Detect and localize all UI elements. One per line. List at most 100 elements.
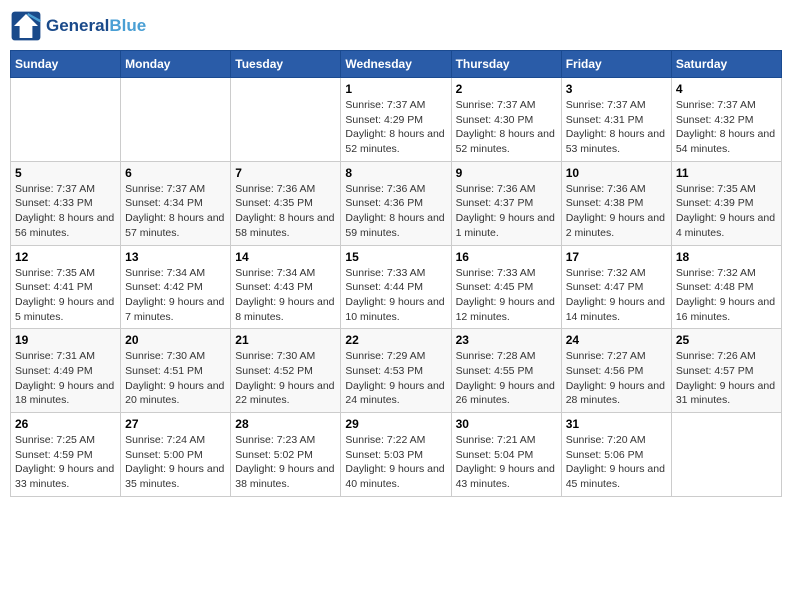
calendar-cell: 23Sunrise: 7:28 AM Sunset: 4:55 PM Dayli…	[451, 329, 561, 413]
day-number: 8	[345, 166, 446, 180]
day-info: Sunrise: 7:25 AM Sunset: 4:59 PM Dayligh…	[15, 433, 116, 492]
calendar-week-row: 26 Sunrise: 7:25 AM Sunset: 4:59 PM Dayli…	[11, 413, 782, 497]
weekday-header: Saturday	[671, 51, 781, 78]
day-info: Sunrise: 7:24 AM Sunset: 5:00 PM Dayligh…	[125, 433, 226, 492]
day-number: 16	[456, 250, 557, 264]
calendar-cell: 16 Sunrise: 7:33 AM Sunset: 4:45 PM Dayli…	[451, 245, 561, 329]
day-info: Sunrise: 7:21 AM Sunset: 5:04 PM Dayligh…	[456, 433, 557, 492]
calendar-cell: 24 Sunrise: 7:27 AM Sunset: 4:56 PM Dayli…	[561, 329, 671, 413]
calendar-cell: 3 Sunrise: 7:37 AM Sunset: 4:31 PM Daylig…	[561, 78, 671, 162]
day-number: 12	[15, 250, 116, 264]
day-info: Sunrise: 7:36 AM Sunset: 4:38 PM Dayligh…	[566, 182, 667, 241]
weekday-header: Sunday	[11, 51, 121, 78]
page-header: GeneralBlue	[10, 10, 782, 42]
calendar-cell	[231, 78, 341, 162]
day-info: Sunrise: 7:33 AM Sunset: 4:44 PM Dayligh…	[345, 266, 446, 325]
day-number: 21	[235, 333, 336, 347]
day-info: Sunrise: 7:20 AM Sunset: 5:06 PM Dayligh…	[566, 433, 667, 492]
day-number: 30	[456, 417, 557, 431]
day-info: Sunrise: 7:33 AM Sunset: 4:45 PM Dayligh…	[456, 266, 557, 325]
calendar-cell: 14Sunrise: 7:34 AM Sunset: 4:43 PM Dayli…	[231, 245, 341, 329]
day-number: 17	[566, 250, 667, 264]
day-info: Sunrise: 7:37 AM Sunset: 4:32 PM Dayligh…	[676, 98, 777, 157]
calendar-cell: 18 Sunrise: 7:32 AM Sunset: 4:48 PM Dayli…	[671, 245, 781, 329]
day-number: 29	[345, 417, 446, 431]
day-number: 24	[566, 333, 667, 347]
calendar-week-row: 1Sunrise: 7:37 AM Sunset: 4:29 PM Daylig…	[11, 78, 782, 162]
day-number: 7	[235, 166, 336, 180]
day-info: Sunrise: 7:28 AM Sunset: 4:55 PM Dayligh…	[456, 349, 557, 408]
day-number: 2	[456, 82, 557, 96]
logo-icon	[10, 10, 42, 42]
calendar-cell: 4 Sunrise: 7:37 AM Sunset: 4:32 PM Daylig…	[671, 78, 781, 162]
day-info: Sunrise: 7:27 AM Sunset: 4:56 PM Dayligh…	[566, 349, 667, 408]
calendar-cell: 2Sunrise: 7:37 AM Sunset: 4:30 PM Daylig…	[451, 78, 561, 162]
day-info: Sunrise: 7:36 AM Sunset: 4:37 PM Dayligh…	[456, 182, 557, 241]
calendar-cell: 6 Sunrise: 7:37 AM Sunset: 4:34 PM Daylig…	[121, 161, 231, 245]
day-info: Sunrise: 7:35 AM Sunset: 4:39 PM Dayligh…	[676, 182, 777, 241]
calendar-cell: 9 Sunrise: 7:36 AM Sunset: 4:37 PM Daylig…	[451, 161, 561, 245]
day-number: 1	[345, 82, 446, 96]
calendar-cell	[11, 78, 121, 162]
day-number: 27	[125, 417, 226, 431]
day-number: 19	[15, 333, 116, 347]
day-info: Sunrise: 7:35 AM Sunset: 4:41 PM Dayligh…	[15, 266, 116, 325]
day-info: Sunrise: 7:36 AM Sunset: 4:35 PM Dayligh…	[235, 182, 336, 241]
day-number: 26	[15, 417, 116, 431]
day-number: 3	[566, 82, 667, 96]
weekday-header: Thursday	[451, 51, 561, 78]
day-number: 11	[676, 166, 777, 180]
day-info: Sunrise: 7:22 AM Sunset: 5:03 PM Dayligh…	[345, 433, 446, 492]
day-info: Sunrise: 7:23 AM Sunset: 5:02 PM Dayligh…	[235, 433, 336, 492]
day-number: 14	[235, 250, 336, 264]
day-info: Sunrise: 7:26 AM Sunset: 4:57 PM Dayligh…	[676, 349, 777, 408]
day-number: 9	[456, 166, 557, 180]
day-info: Sunrise: 7:29 AM Sunset: 4:53 PM Dayligh…	[345, 349, 446, 408]
calendar-cell: 5Sunrise: 7:37 AM Sunset: 4:33 PM Daylig…	[11, 161, 121, 245]
weekday-header-row: SundayMondayTuesdayWednesdayThursdayFrid…	[11, 51, 782, 78]
day-number: 18	[676, 250, 777, 264]
day-number: 13	[125, 250, 226, 264]
logo: GeneralBlue	[10, 10, 146, 42]
calendar-cell: 8Sunrise: 7:36 AM Sunset: 4:36 PM Daylig…	[341, 161, 451, 245]
day-number: 25	[676, 333, 777, 347]
weekday-header: Wednesday	[341, 51, 451, 78]
day-number: 15	[345, 250, 446, 264]
calendar-cell: 21 Sunrise: 7:30 AM Sunset: 4:52 PM Dayli…	[231, 329, 341, 413]
calendar-cell	[671, 413, 781, 497]
calendar-cell: 15 Sunrise: 7:33 AM Sunset: 4:44 PM Dayli…	[341, 245, 451, 329]
day-info: Sunrise: 7:30 AM Sunset: 4:51 PM Dayligh…	[125, 349, 226, 408]
calendar-cell: 1Sunrise: 7:37 AM Sunset: 4:29 PM Daylig…	[341, 78, 451, 162]
calendar-cell: 12 Sunrise: 7:35 AM Sunset: 4:41 PM Dayli…	[11, 245, 121, 329]
calendar-cell: 13Sunrise: 7:34 AM Sunset: 4:42 PM Dayli…	[121, 245, 231, 329]
calendar-week-row: 19Sunrise: 7:31 AM Sunset: 4:49 PM Dayli…	[11, 329, 782, 413]
calendar-cell: 31 Sunrise: 7:20 AM Sunset: 5:06 PM Dayli…	[561, 413, 671, 497]
day-info: Sunrise: 7:32 AM Sunset: 4:48 PM Dayligh…	[676, 266, 777, 325]
day-number: 22	[345, 333, 446, 347]
calendar-cell: 30 Sunrise: 7:21 AM Sunset: 5:04 PM Dayli…	[451, 413, 561, 497]
day-number: 6	[125, 166, 226, 180]
day-info: Sunrise: 7:37 AM Sunset: 4:33 PM Dayligh…	[15, 182, 116, 241]
calendar-cell: 7 Sunrise: 7:36 AM Sunset: 4:35 PM Daylig…	[231, 161, 341, 245]
calendar-cell: 26 Sunrise: 7:25 AM Sunset: 4:59 PM Dayli…	[11, 413, 121, 497]
day-info: Sunrise: 7:30 AM Sunset: 4:52 PM Dayligh…	[235, 349, 336, 408]
day-number: 4	[676, 82, 777, 96]
calendar-cell: 28 Sunrise: 7:23 AM Sunset: 5:02 PM Dayli…	[231, 413, 341, 497]
calendar-table: SundayMondayTuesdayWednesdayThursdayFrid…	[10, 50, 782, 497]
calendar-cell: 25 Sunrise: 7:26 AM Sunset: 4:57 PM Dayli…	[671, 329, 781, 413]
day-info: Sunrise: 7:37 AM Sunset: 4:34 PM Dayligh…	[125, 182, 226, 241]
calendar-cell: 27 Sunrise: 7:24 AM Sunset: 5:00 PM Dayli…	[121, 413, 231, 497]
calendar-cell	[121, 78, 231, 162]
weekday-header: Friday	[561, 51, 671, 78]
day-number: 28	[235, 417, 336, 431]
calendar-cell: 29 Sunrise: 7:22 AM Sunset: 5:03 PM Dayli…	[341, 413, 451, 497]
calendar-cell: 19Sunrise: 7:31 AM Sunset: 4:49 PM Dayli…	[11, 329, 121, 413]
day-number: 20	[125, 333, 226, 347]
day-info: Sunrise: 7:37 AM Sunset: 4:31 PM Dayligh…	[566, 98, 667, 157]
day-number: 31	[566, 417, 667, 431]
calendar-week-row: 5Sunrise: 7:37 AM Sunset: 4:33 PM Daylig…	[11, 161, 782, 245]
day-number: 10	[566, 166, 667, 180]
day-info: Sunrise: 7:32 AM Sunset: 4:47 PM Dayligh…	[566, 266, 667, 325]
logo-text: GeneralBlue	[46, 16, 146, 36]
calendar-cell: 11 Sunrise: 7:35 AM Sunset: 4:39 PM Dayli…	[671, 161, 781, 245]
